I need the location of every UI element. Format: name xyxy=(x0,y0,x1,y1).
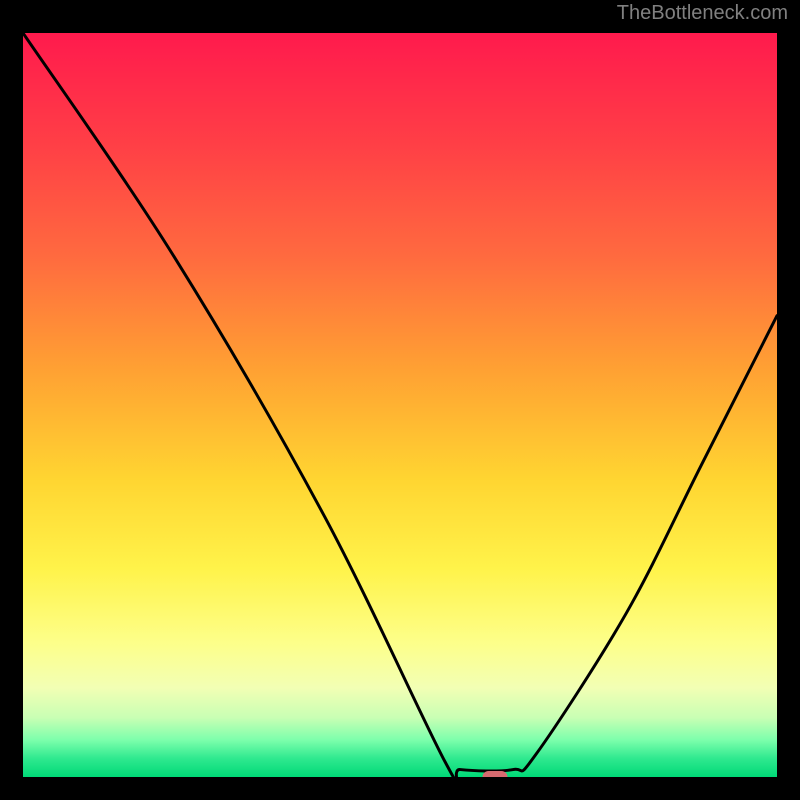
plot-area xyxy=(15,25,785,785)
bottleneck-curve xyxy=(23,33,777,777)
plot-inner xyxy=(23,33,777,777)
optimum-marker xyxy=(483,771,508,777)
chart-container: TheBottleneck.com xyxy=(0,0,800,800)
watermark-label: TheBottleneck.com xyxy=(617,2,788,25)
